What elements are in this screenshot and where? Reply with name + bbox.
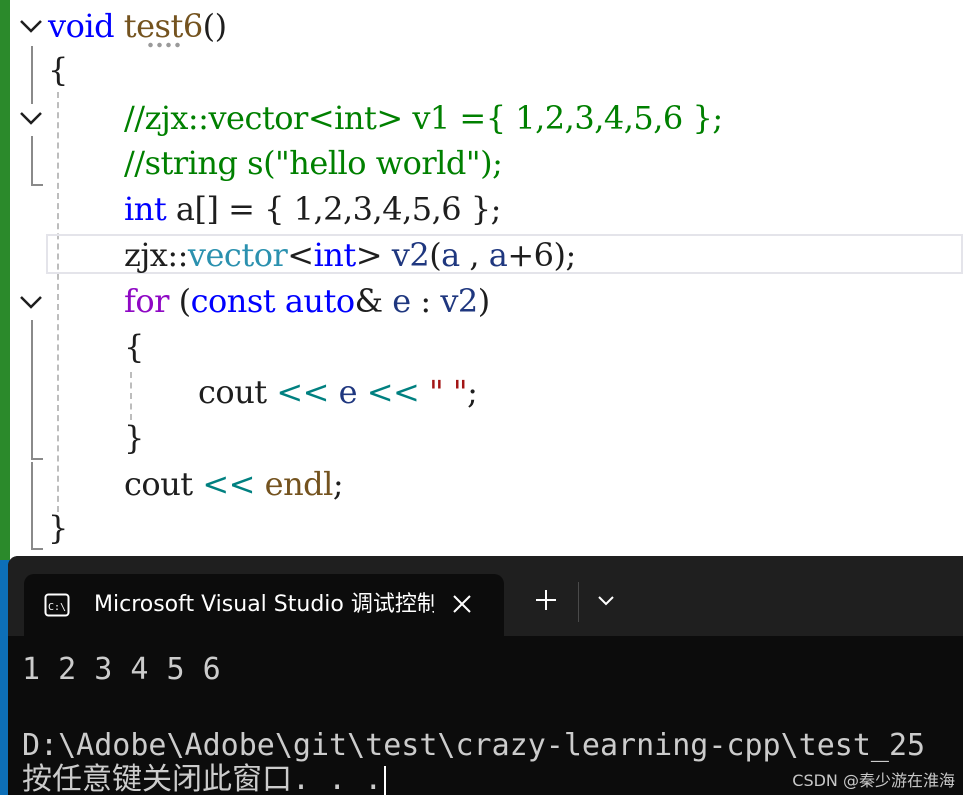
- keyword-token: int: [124, 190, 167, 228]
- dropdown-chevron-down-icon[interactable]: [586, 580, 626, 620]
- identifier-token: a: [441, 236, 460, 274]
- terminal-window[interactable]: C:\ Microsoft Visual Studio 调试控制台 1 2 3 …: [8, 556, 963, 795]
- code-line-10[interactable]: }: [124, 416, 144, 460]
- control-keyword-token: for: [124, 282, 169, 320]
- outline-line: [31, 320, 33, 460]
- outline-tick: [31, 458, 43, 460]
- punctuation-token: ): [477, 282, 490, 320]
- punctuation-token: (: [429, 236, 442, 274]
- watermark: CSDN @秦少游在淮海: [792, 771, 955, 790]
- tab-bar-separator: [578, 582, 579, 622]
- punctuation-token: :: [410, 282, 441, 320]
- fold-chevron-down-icon[interactable]: [18, 108, 44, 128]
- code-line-5[interactable]: int a[] = { 1,2,3,4,5,6 };: [124, 187, 501, 231]
- indent-guide: [130, 372, 132, 420]
- svg-text:C:\: C:\: [48, 602, 66, 613]
- fold-chevron-down-icon[interactable]: [18, 292, 44, 312]
- terminal-output-line: 1 2 3 4 5 6: [22, 652, 221, 687]
- outline-line: [31, 46, 33, 104]
- code-line-9[interactable]: cout << e << " ";: [198, 370, 478, 414]
- punctuation-token: ,: [459, 236, 489, 274]
- punctuation-token: &: [354, 282, 383, 320]
- type-token: vector: [187, 236, 288, 274]
- identifier-token: v2: [440, 282, 478, 320]
- identifier-token: e: [392, 282, 411, 320]
- indent-guide: [57, 92, 59, 512]
- change-indicator-bar: [0, 0, 10, 560]
- new-tab-plus-icon[interactable]: [526, 580, 566, 620]
- outline-line: [31, 462, 33, 550]
- outline-line: [31, 136, 33, 186]
- punctuation-token: ;: [332, 465, 344, 503]
- punctuation-token: (): [202, 7, 227, 45]
- punctuation-token: <: [287, 236, 314, 274]
- code-editor[interactable]: void test6() { //zjx::vector<int> v1 ={ …: [0, 0, 963, 560]
- code-line-3-comment[interactable]: //zjx::vector<int> v1 ={ 1,2,3,4,5,6 };: [124, 96, 723, 140]
- operator-token: <<: [276, 373, 329, 411]
- namespace-token: zjx::: [124, 236, 188, 274]
- keyword-token: auto: [284, 282, 355, 320]
- code-line-1[interactable]: void test6(): [48, 4, 227, 48]
- close-tab-icon[interactable]: [450, 592, 474, 616]
- string-token: " ": [429, 373, 468, 411]
- operator-token: <<: [202, 465, 255, 503]
- code-line-4-comment[interactable]: //string s("hello world");: [124, 141, 503, 185]
- identifier-token: a: [488, 236, 508, 274]
- punctuation-token: >: [355, 236, 383, 274]
- terminal-cursor: [384, 765, 387, 795]
- punctuation-token: (: [168, 282, 191, 320]
- punctuation-token: ;: [467, 373, 478, 411]
- outline-tick: [31, 548, 43, 550]
- identifier-token: cout: [124, 465, 193, 503]
- code-line-2[interactable]: {: [48, 48, 68, 92]
- identifier-token: e: [338, 373, 358, 411]
- terminal-tab[interactable]: C:\ Microsoft Visual Studio 调试控制台: [24, 574, 504, 636]
- identifier-token: v2: [391, 236, 430, 274]
- code-line-11[interactable]: cout << endl;: [124, 462, 344, 506]
- suggestion-dots[interactable]: [146, 42, 180, 48]
- function-name-token: test6: [123, 7, 203, 45]
- operator-token: <<: [366, 373, 420, 411]
- terminal-tab-bar: C:\ Microsoft Visual Studio 调试控制台: [8, 556, 963, 636]
- function-name-token: endl: [264, 465, 334, 503]
- terminal-tab-title: Microsoft Visual Studio 调试控制台: [94, 592, 434, 617]
- identifier-token: cout: [198, 373, 267, 411]
- code-text: a[] = { 1,2,3,4,5,6 };: [166, 190, 502, 228]
- outline-tick: [31, 184, 43, 186]
- terminal-output-line: 按任意键关闭此窗口. . .: [22, 760, 387, 795]
- code-line-6[interactable]: zjx::vector<int> v2(a , a+6);: [124, 233, 576, 277]
- console-icon: C:\: [44, 593, 70, 617]
- code-line-7[interactable]: for (const auto& e : v2): [124, 279, 490, 323]
- code-line-8[interactable]: {: [124, 325, 144, 369]
- keyword-token: const: [190, 282, 276, 320]
- keyword-token: int: [313, 236, 357, 274]
- code-line-12[interactable]: }: [48, 506, 68, 550]
- punctuation-token: +6);: [507, 236, 576, 274]
- terminal-prompt-text: 按任意键关闭此窗口. . .: [22, 762, 383, 795]
- keyword-token: void: [48, 7, 115, 45]
- fold-chevron-down-icon[interactable]: [18, 16, 44, 36]
